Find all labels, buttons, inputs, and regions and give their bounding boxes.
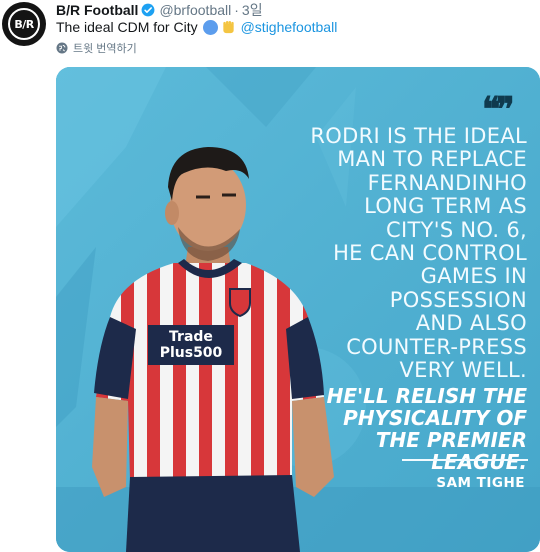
quote-line: AND ALSO bbox=[415, 311, 527, 336]
raised-fist-emoji-icon bbox=[222, 20, 234, 33]
globe-icon bbox=[56, 42, 68, 54]
translate-tweet[interactable]: 트윗 번역하기 bbox=[56, 40, 137, 56]
quote-line: LONG TERM AS bbox=[364, 194, 527, 219]
quote-line: MAN TO REPLACE bbox=[337, 147, 527, 172]
quote-line: CITY'S NO. 6, bbox=[386, 217, 527, 242]
tweet-media-image[interactable]: Trade Plus500 ❝❞ RODRI IS THE IDEAL MAN … bbox=[56, 67, 540, 552]
quote-line: FERNANDINHO bbox=[367, 170, 527, 195]
quote-divider bbox=[402, 459, 528, 461]
quote-emphasis-line: THE PREMIER bbox=[375, 428, 527, 453]
quote-line: VERY WELL. bbox=[399, 358, 527, 383]
mention-link[interactable]: @stighefootball bbox=[241, 19, 338, 35]
quote-line: POSSESSION bbox=[389, 287, 527, 312]
quote-author: SAM TIGHE bbox=[436, 475, 525, 491]
avatar-logo: B/R bbox=[8, 8, 40, 40]
quote-line: HE CAN CONTROL bbox=[333, 241, 527, 266]
blue-circle-emoji-icon bbox=[202, 19, 218, 35]
quote-line: RODRI IS THE IDEAL bbox=[310, 124, 527, 148]
avatar-logo-text: B/R bbox=[14, 17, 34, 31]
tweet-body: The ideal CDM for City @stighefootball bbox=[56, 16, 337, 38]
quote-emphasis-line: PHYSICALITY OF bbox=[343, 406, 527, 431]
quote-block: RODRI IS THE IDEAL MAN TO REPLACE FERNAN… bbox=[197, 124, 527, 475]
avatar[interactable]: B/R bbox=[2, 2, 46, 46]
quote-mark-icon: ❝❞ bbox=[482, 90, 515, 130]
quote-line: COUNTER-PRESS bbox=[346, 334, 527, 359]
tweet-text: The ideal CDM for City bbox=[56, 19, 198, 35]
quote-line: GAMES IN bbox=[420, 264, 527, 289]
quote-emphasis-line: HE'LL RELISH THE bbox=[326, 384, 527, 409]
translate-label: 트윗 번역하기 bbox=[73, 43, 137, 55]
verified-icon bbox=[142, 3, 155, 17]
quote-emphasis-line: LEAGUE. bbox=[431, 450, 527, 475]
